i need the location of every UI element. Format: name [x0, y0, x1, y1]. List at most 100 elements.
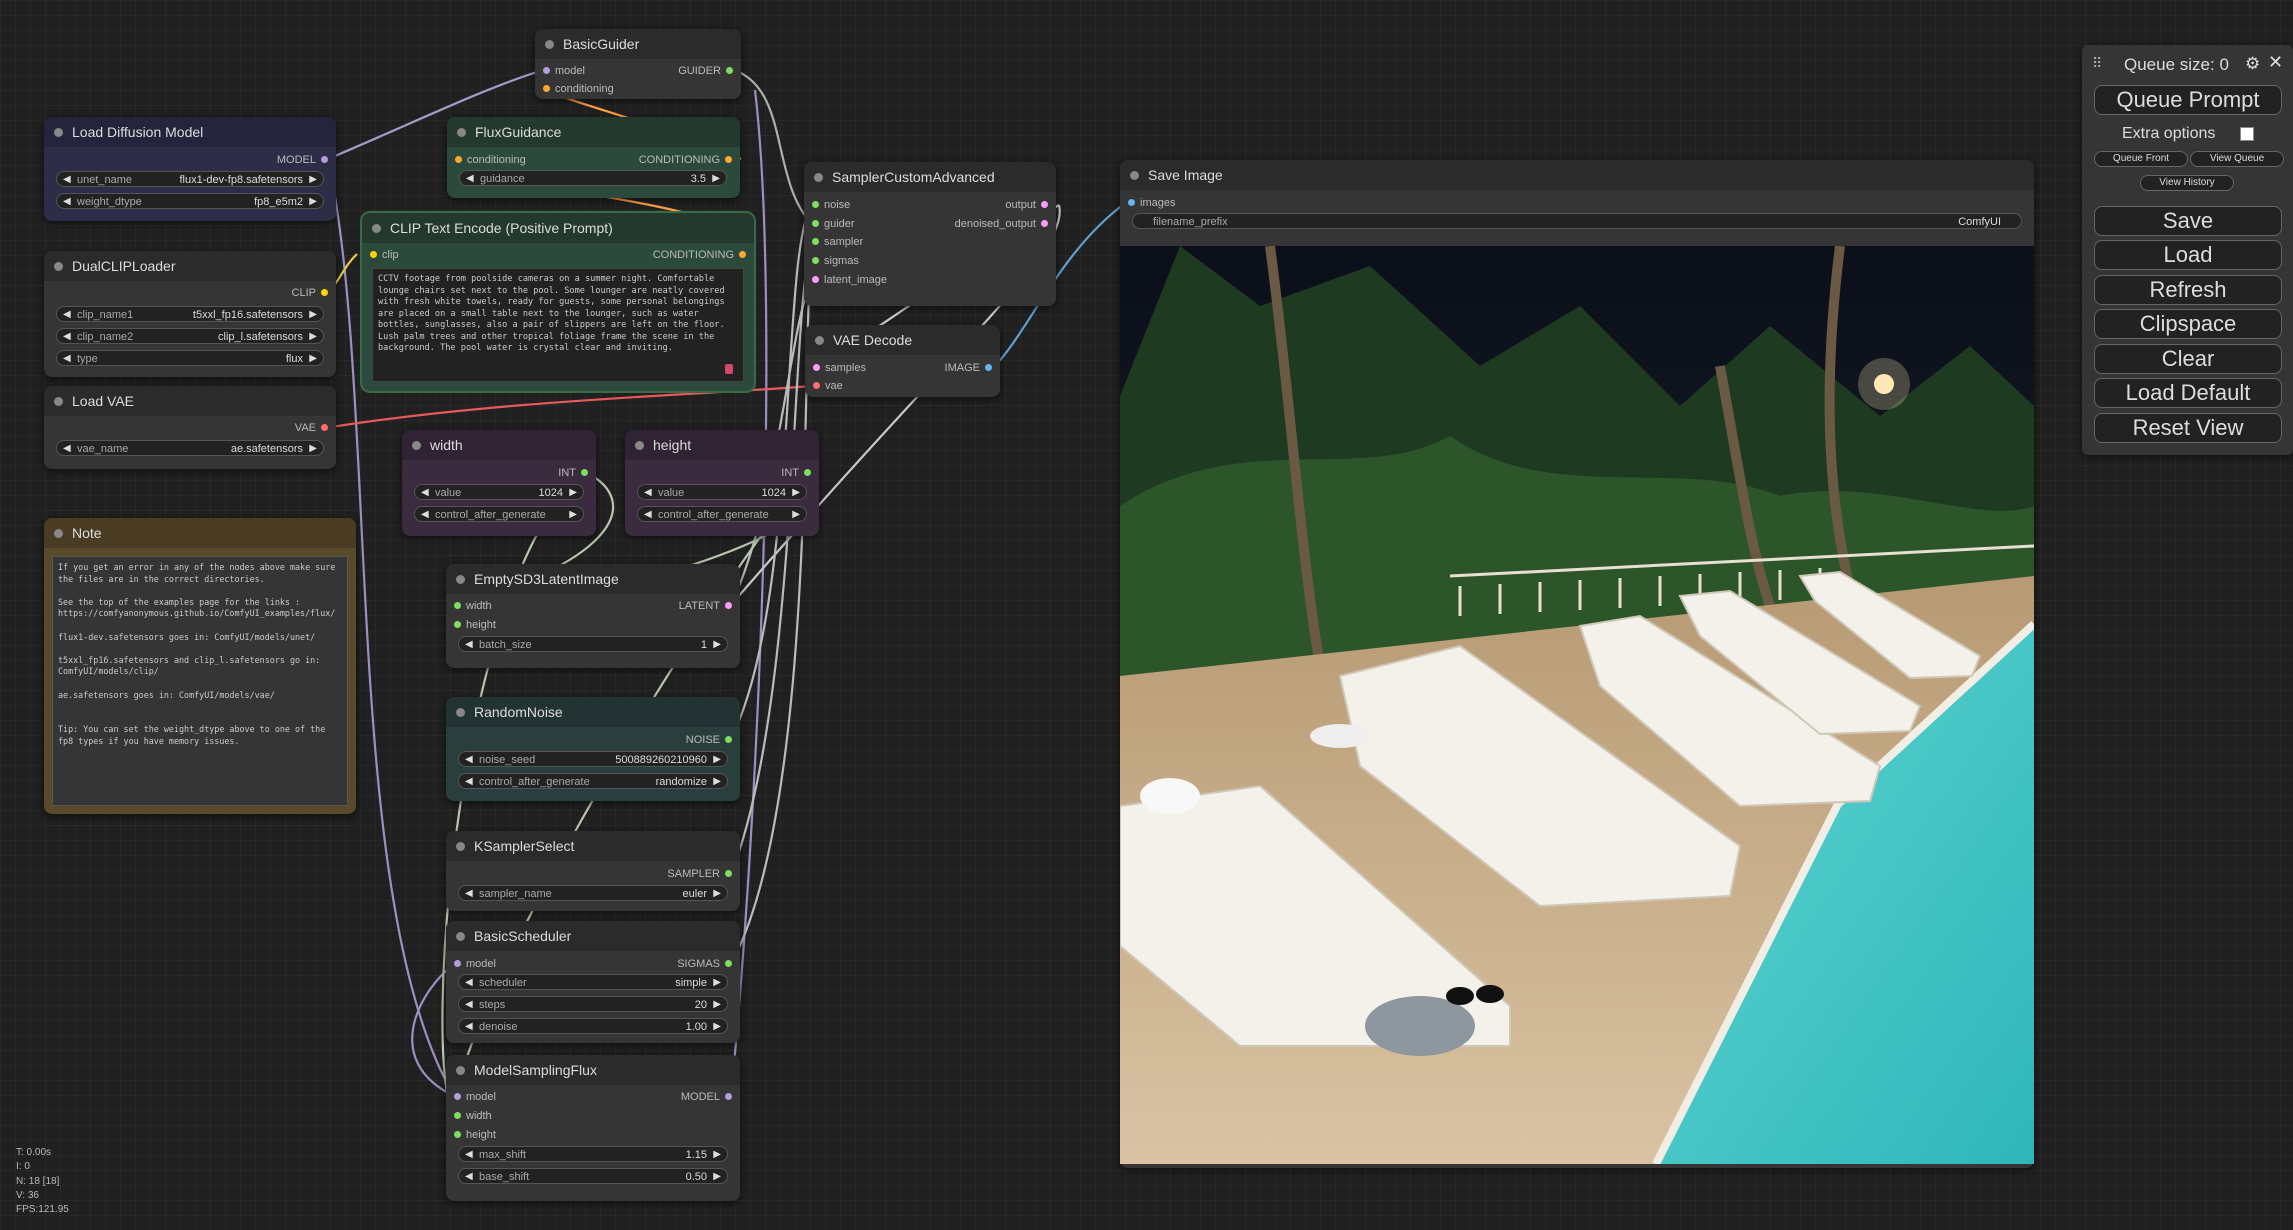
- input-model[interactable]: model: [452, 1091, 496, 1103]
- collapse-dot[interactable]: [457, 128, 466, 137]
- node-title[interactable]: EmptySD3LatentImage: [446, 564, 740, 594]
- widget-denoise[interactable]: ◀ denoise 1.00 ▶: [458, 1018, 728, 1034]
- node-title[interactable]: ModelSamplingFlux: [446, 1055, 740, 1085]
- widget-unet-name[interactable]: ◀ unet_name flux1-dev-fp8.safetensors ▶: [56, 171, 324, 187]
- input-model[interactable]: model: [541, 65, 585, 77]
- node-title[interactable]: FluxGuidance: [447, 117, 740, 147]
- widget-clip-name2[interactable]: ◀ clip_name2 clip_l.safetensors ▶: [56, 328, 324, 344]
- drag-handle-icon[interactable]: ⠿: [2092, 55, 2102, 72]
- load-vae-node[interactable]: Load VAE VAE ◀ vae_name ae.safetensors ▶: [44, 386, 336, 469]
- node-title[interactable]: Save Image: [1120, 160, 2034, 190]
- node-title[interactable]: BasicScheduler: [446, 921, 740, 951]
- output-model[interactable]: MODEL: [681, 1091, 734, 1103]
- collapse-dot[interactable]: [456, 575, 465, 584]
- note-textarea[interactable]: If you get an error in any of the nodes …: [52, 556, 348, 806]
- collapse-dot[interactable]: [54, 128, 63, 137]
- basic-scheduler-node[interactable]: BasicScheduler model SIGMAS ◀ scheduler si…: [446, 921, 740, 1043]
- widget-value[interactable]: ◀ value 1024 ▶: [414, 484, 584, 500]
- height-node[interactable]: height INT ◀ value 1024 ▶ ◀ control_after_ge…: [625, 430, 819, 536]
- load-default-button[interactable]: Load Default: [2094, 378, 2282, 408]
- input-samples[interactable]: samples: [811, 362, 866, 374]
- collapse-dot[interactable]: [412, 441, 421, 450]
- model-sampling-flux-node[interactable]: ModelSamplingFlux model width height MOD…: [446, 1055, 740, 1201]
- input-conditioning[interactable]: conditioning: [453, 154, 526, 166]
- width-node[interactable]: width INT ◀ value 1024 ▶ ◀ control_after_gen…: [402, 430, 596, 536]
- input-sampler[interactable]: sampler: [810, 236, 863, 248]
- output-conditioning[interactable]: CONDITIONING: [639, 154, 734, 166]
- input-guider[interactable]: guider: [810, 218, 855, 230]
- node-title[interactable]: CLIP Text Encode (Positive Prompt): [362, 213, 754, 243]
- drag-handle-icon[interactable]: [725, 364, 733, 374]
- prompt-textarea[interactable]: CCTV footage from poolside cameras on a …: [372, 268, 744, 382]
- widget-weight-dtype[interactable]: ◀ weight_dtype fp8_e5m2 ▶: [56, 193, 324, 209]
- widget-filename-prefix[interactable]: filename_prefix ComfyUI: [1132, 213, 2022, 229]
- output-output[interactable]: output: [1005, 199, 1050, 211]
- input-width[interactable]: width: [452, 1110, 492, 1122]
- output-sigmas[interactable]: SIGMAS: [677, 958, 734, 970]
- node-title[interactable]: KSamplerSelect: [446, 831, 740, 861]
- output-image[interactable]: IMAGE: [945, 362, 994, 374]
- collapse-dot[interactable]: [54, 529, 63, 538]
- node-title[interactable]: height: [625, 430, 819, 460]
- save-image-node[interactable]: Save Image images filename_prefix ComfyUI: [1120, 160, 2034, 1168]
- widget-control-after-generate[interactable]: ◀control_after_generatefixed▶: [637, 506, 807, 522]
- sampler-custom-advanced-node[interactable]: SamplerCustomAdvanced noise guider sampl…: [804, 162, 1056, 306]
- view-history-button[interactable]: View History: [2140, 175, 2234, 191]
- widget-type[interactable]: ◀ type flux ▶: [56, 350, 324, 366]
- widget-batch-size[interactable]: ◀ batch_size 1 ▶: [458, 636, 728, 652]
- node-title[interactable]: SamplerCustomAdvanced: [804, 162, 1056, 192]
- widget-sampler-name[interactable]: ◀ sampler_name euler ▶: [458, 885, 728, 901]
- widget-max-shift[interactable]: ◀ max_shift 1.15 ▶: [458, 1146, 728, 1162]
- node-title[interactable]: VAE Decode: [805, 325, 1000, 355]
- output-latent[interactable]: LATENT: [679, 600, 734, 612]
- collapse-dot[interactable]: [456, 932, 465, 941]
- node-title[interactable]: width: [402, 430, 596, 460]
- node-title[interactable]: Load VAE: [44, 386, 336, 416]
- dual-clip-loader-node[interactable]: DualCLIPLoader CLIP ◀ clip_name1 t5xxl_fp1…: [44, 251, 336, 377]
- output-int[interactable]: INT: [781, 467, 813, 479]
- extra-options-checkbox[interactable]: [2240, 127, 2254, 141]
- collapse-dot[interactable]: [456, 708, 465, 717]
- reset-view-button[interactable]: Reset View: [2094, 413, 2282, 443]
- output-int[interactable]: INT: [558, 467, 590, 479]
- input-height[interactable]: height: [452, 1129, 496, 1141]
- widget-base-shift[interactable]: ◀ base_shift 0.50 ▶: [458, 1168, 728, 1184]
- output-conditioning[interactable]: CONDITIONING: [653, 249, 748, 261]
- widget-guidance[interactable]: ◀ guidance 3.5 ▶: [459, 170, 727, 186]
- refresh-button[interactable]: Refresh: [2094, 275, 2282, 305]
- widget-scheduler[interactable]: ◀ scheduler simple ▶: [458, 974, 728, 990]
- input-width[interactable]: width: [452, 600, 492, 612]
- input-conditioning[interactable]: conditioning: [541, 83, 614, 95]
- collapse-dot[interactable]: [1130, 171, 1139, 180]
- vae-decode-node[interactable]: VAE Decode samples vae IMAGE: [805, 325, 1000, 397]
- load-diffusion-model-node[interactable]: Load Diffusion Model MODEL ◀ unet_name flu…: [44, 117, 336, 221]
- node-title[interactable]: BasicGuider: [535, 29, 741, 59]
- collapse-dot[interactable]: [635, 441, 644, 450]
- ksampler-select-node[interactable]: KSamplerSelect SAMPLER ◀ sampler_name eule…: [446, 831, 740, 911]
- output-guider[interactable]: GUIDER: [678, 65, 735, 77]
- basic-guider-node[interactable]: BasicGuider model conditioning GUIDER: [535, 29, 741, 99]
- flux-guidance-node[interactable]: FluxGuidance conditioning CONDITIONING ◀…: [447, 117, 740, 198]
- output-noise[interactable]: NOISE: [686, 734, 734, 746]
- output-denoised[interactable]: denoised_output: [955, 218, 1050, 230]
- input-clip[interactable]: clip: [368, 249, 399, 261]
- node-title[interactable]: Load Diffusion Model: [44, 117, 336, 147]
- output-clip[interactable]: CLIP: [292, 287, 330, 299]
- save-button[interactable]: Save: [2094, 206, 2282, 236]
- widget-clip-name1[interactable]: ◀ clip_name1 t5xxl_fp16.safetensors ▶: [56, 306, 324, 322]
- input-noise[interactable]: noise: [810, 199, 850, 211]
- queue-front-button[interactable]: Queue Front: [2094, 151, 2188, 167]
- input-model[interactable]: model: [452, 958, 496, 970]
- widget-control-after-generate[interactable]: ◀ control_after_generate randomize ▶: [458, 773, 728, 789]
- node-title[interactable]: DualCLIPLoader: [44, 251, 336, 281]
- widget-value[interactable]: ◀ value 1024 ▶: [637, 484, 807, 500]
- gear-icon[interactable]: ⚙: [2245, 54, 2260, 74]
- output-sampler[interactable]: SAMPLER: [667, 868, 734, 880]
- random-noise-node[interactable]: RandomNoise NOISE ◀ noise_seed 50088926021…: [446, 697, 740, 801]
- load-button[interactable]: Load: [2094, 240, 2282, 270]
- output-model[interactable]: MODEL: [277, 154, 330, 166]
- widget-vae-name[interactable]: ◀ vae_name ae.safetensors ▶: [56, 440, 324, 456]
- collapse-dot[interactable]: [814, 173, 823, 182]
- input-images[interactable]: images: [1126, 197, 1175, 209]
- close-icon[interactable]: ✕: [2268, 52, 2283, 73]
